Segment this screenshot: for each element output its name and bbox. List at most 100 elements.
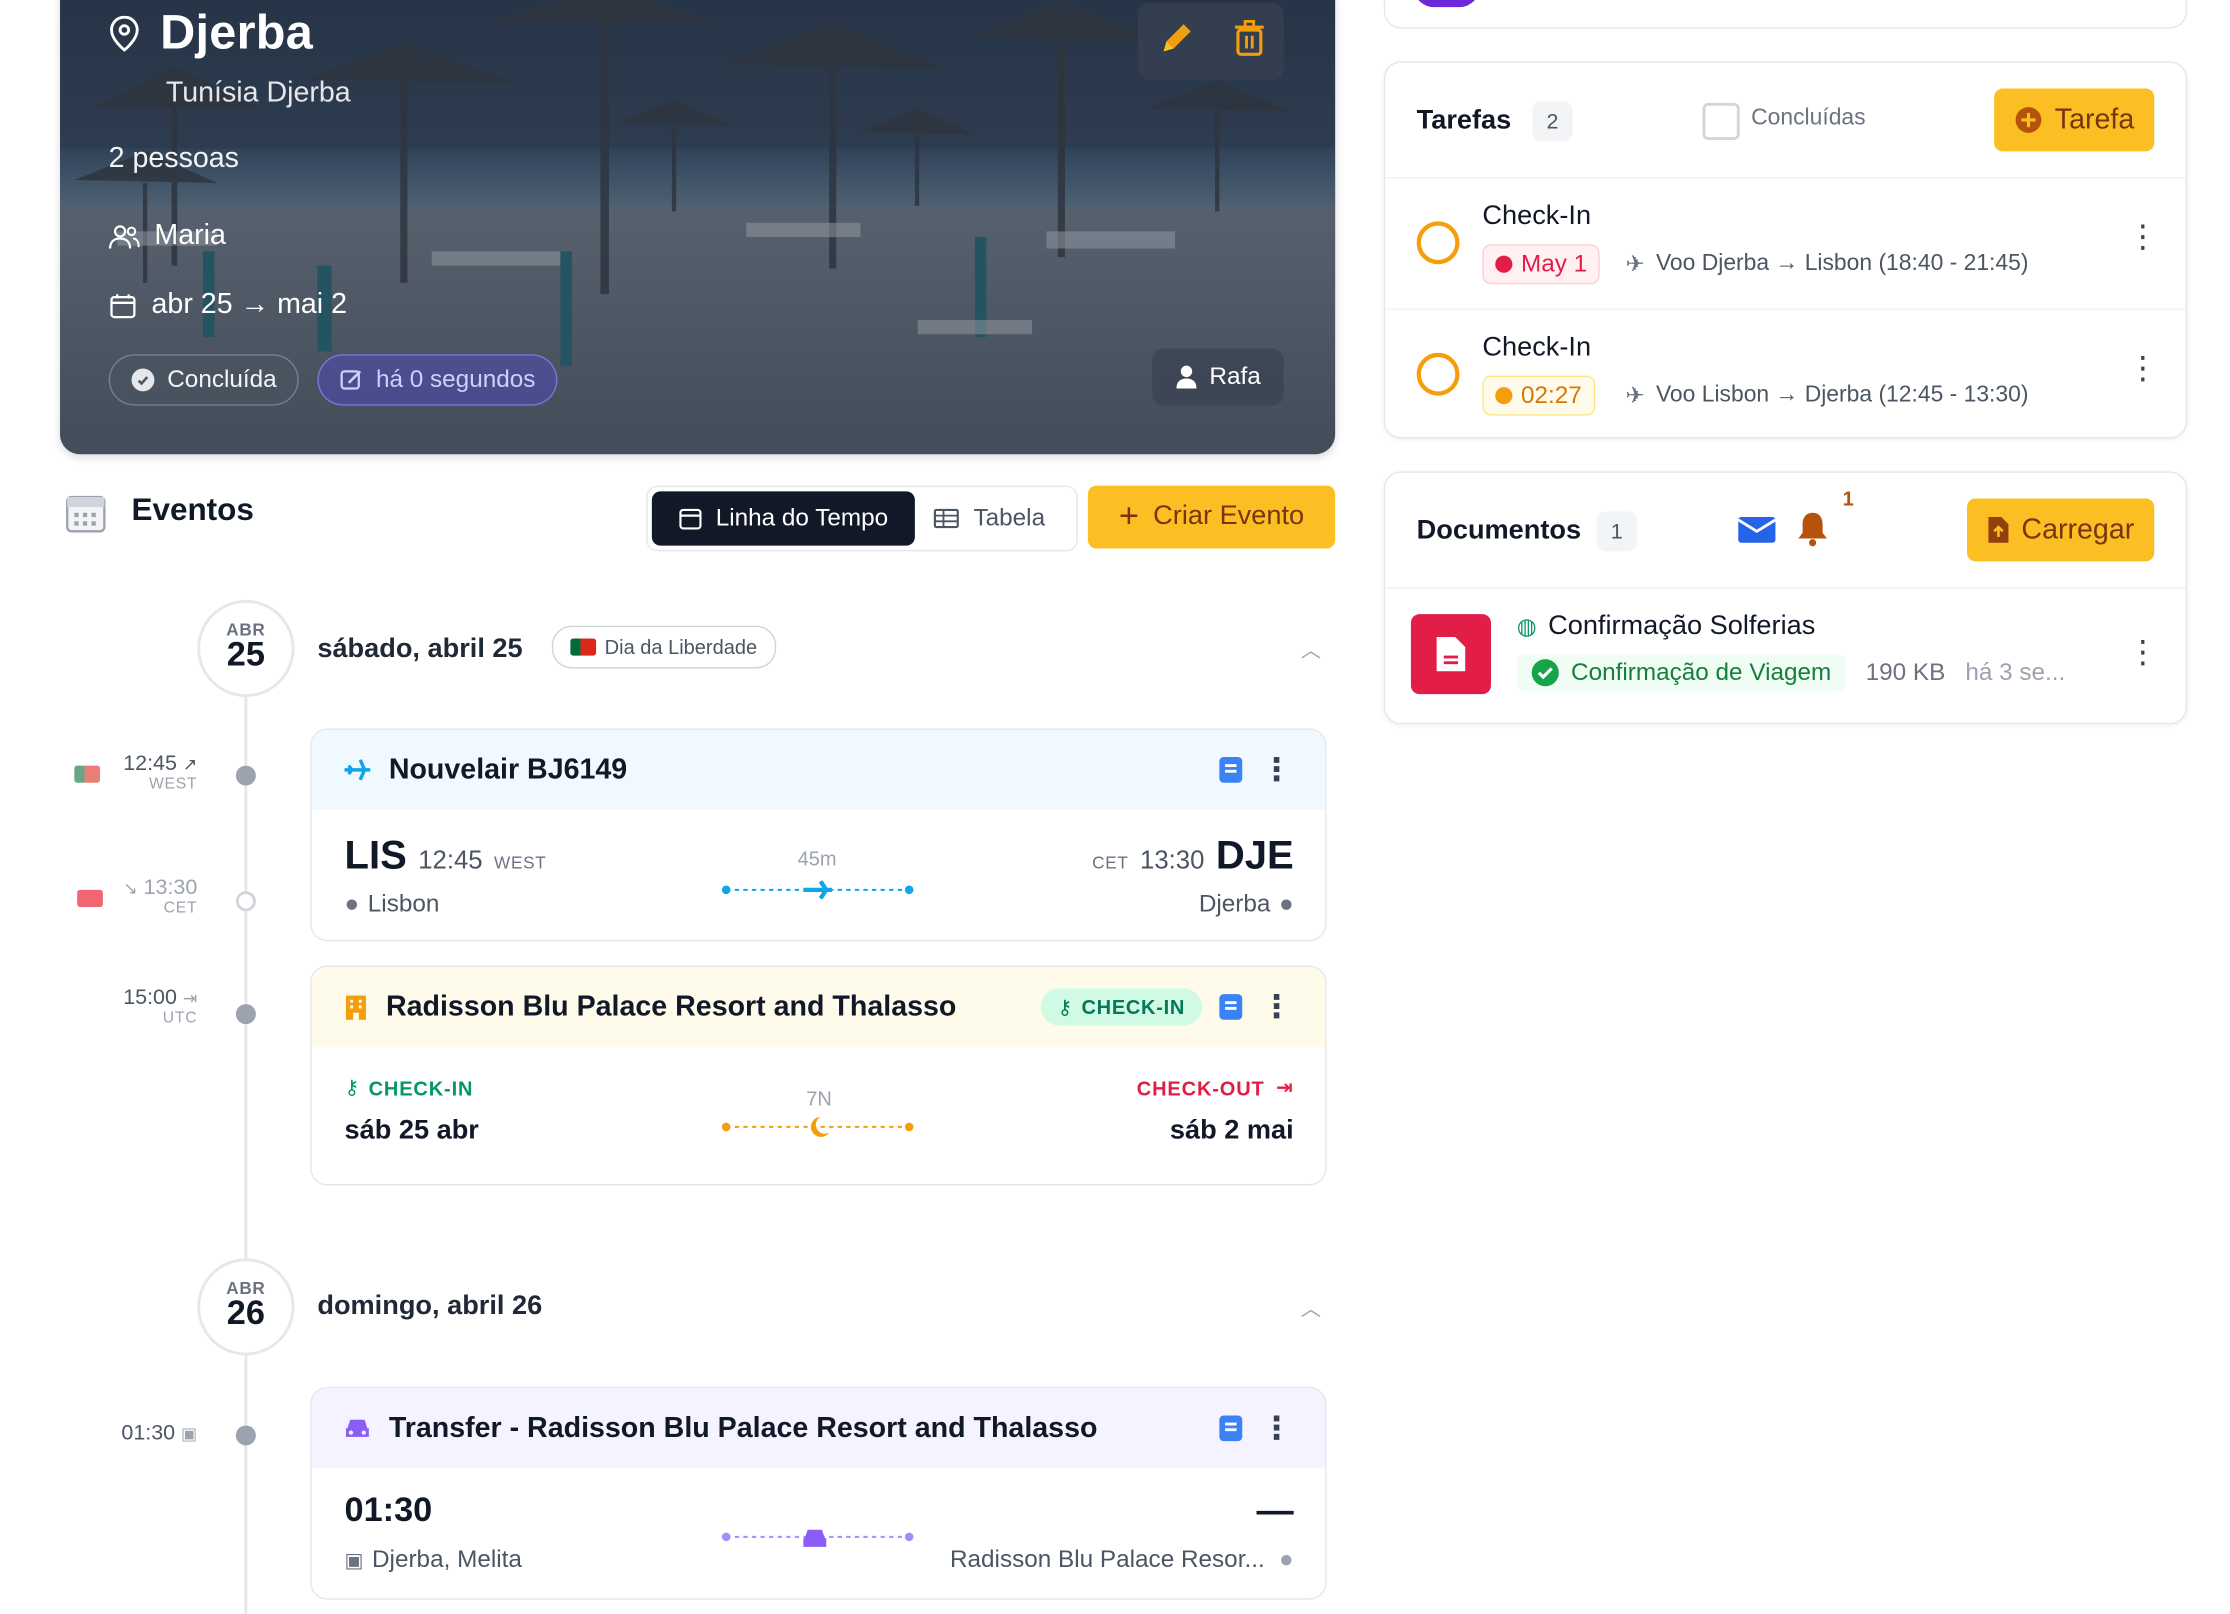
trash-icon [1234, 19, 1263, 56]
checkin-badge-label: CHECK-IN [1081, 995, 1186, 1019]
arrow-up-right-icon: ↗ [182, 754, 198, 775]
task-link[interactable]: ✈ Voo Djerba → Lisbon (18:40 - 21:45) [1625, 250, 2028, 279]
flight-path-line [721, 880, 914, 900]
key-icon: ⚷ [1057, 994, 1073, 1018]
portugal-flag-icon [570, 638, 597, 656]
document-item[interactable]: ◍ Confirmação Solferias Confirmação de V… [1385, 588, 2186, 722]
transfer-start-time: 01:30 [344, 1491, 433, 1530]
checkin-time: 15:00 [123, 985, 177, 1010]
add-task-button[interactable]: Tarefa [1994, 88, 2155, 152]
destination-time: 13:30 [1140, 845, 1205, 875]
collapse-day-button[interactable]: ︿ [1301, 636, 1321, 665]
bell-icon [1798, 512, 1827, 547]
checkin-date: sáb 25 abr [344, 1115, 479, 1146]
flight-card[interactable]: Nouvelair BJ6149 ⋮ LIS 12:45 WEST ● Lisb… [310, 728, 1327, 942]
transfer-card[interactable]: Transfer - Radisson Blu Palace Resort an… [310, 1386, 1327, 1600]
owner-button[interactable]: Rafa [1152, 348, 1284, 406]
upload-document-button[interactable]: Carregar [1967, 498, 2155, 562]
trip-member-row: Maria [108, 220, 226, 253]
calendar-icon [110, 293, 136, 318]
arrival-time: 13:30 [143, 875, 198, 900]
day-title: sábado, abril 25 [317, 634, 523, 665]
calendar-grid-icon [66, 495, 106, 533]
flight-duration: 45m [797, 846, 837, 870]
car-icon [345, 1419, 369, 1437]
timeline-dot-hollow [235, 891, 256, 912]
delete-button[interactable] [1233, 19, 1264, 63]
timeline-time-checkin: 15:00 ⇥ UTC [69, 985, 198, 1027]
portugal-flag-icon [74, 765, 101, 783]
task-menu-button[interactable]: ⋮ [2126, 352, 2160, 383]
edit-button[interactable] [1157, 19, 1194, 63]
view-toggle: Linha do Tempo Tabela [646, 485, 1078, 552]
task-due-chip: 02:27 [1482, 375, 1595, 416]
tab-timeline[interactable]: Linha do Tempo [651, 491, 915, 546]
notification-count: 1 [1842, 487, 1854, 510]
flight-card-header: Nouvelair BJ6149 ⋮ [311, 729, 1326, 810]
status-label: Concluída [167, 365, 277, 393]
task-link[interactable]: ✈ Voo Lisbon → Djerba (12:45 - 13:30) [1625, 381, 2028, 410]
hotel-card[interactable]: Radisson Blu Palace Resort and Thalasso … [310, 965, 1327, 1186]
notifications-button[interactable] [1797, 510, 1828, 554]
date-badge-apr-26: ABR 26 [197, 1258, 295, 1356]
timeline-time-departure: 12:45 ↗ WEST [69, 751, 198, 793]
task-menu-button[interactable]: ⋮ [2126, 221, 2160, 252]
tasks-panel: Tarefas 2 Concluídas Tarefa Check-In May… [1383, 61, 2188, 440]
calendar-small-icon [678, 508, 702, 530]
hotel-menu-button[interactable]: ⋮ [1259, 991, 1293, 1022]
collapse-day-button[interactable]: ︿ [1301, 1294, 1321, 1323]
transfer-destination: Radisson Blu Palace Resor... [949, 1545, 1265, 1573]
tab-table-label: Tabela [973, 504, 1046, 532]
document-icon[interactable] [1219, 1415, 1243, 1442]
users-icon [108, 224, 140, 248]
plane-icon: ✈ [1625, 384, 1645, 409]
task-complete-toggle[interactable] [1416, 221, 1460, 265]
destination-tz: CET [1092, 852, 1129, 873]
document-menu-button[interactable]: ⋮ [2126, 636, 2160, 667]
tab-timeline-label: Linha do Tempo [715, 504, 889, 532]
flight-menu-button[interactable]: ⋮ [1259, 753, 1293, 784]
origin-code: LIS [344, 832, 407, 877]
timeline-line [244, 697, 248, 1614]
tasks-count: 2 [1532, 101, 1573, 142]
stay-path-line [721, 1116, 914, 1137]
task-complete-toggle[interactable] [1416, 352, 1460, 396]
task-item[interactable]: Check-In May 1 ✈ Voo Djerba → Lisbon (18… [1385, 179, 2186, 310]
nights-count: 7N [806, 1086, 832, 1110]
email-button[interactable] [1737, 516, 1777, 552]
transfer-end-time: — [1256, 1488, 1294, 1532]
document-icon[interactable] [1219, 756, 1243, 783]
transfer-origin: Djerba, Melita [372, 1545, 522, 1573]
timeline-dot [235, 1425, 256, 1446]
destination-city: Djerba [1198, 889, 1271, 917]
edit-square-icon [340, 370, 362, 390]
trip-title-row: Djerba [109, 6, 313, 62]
documents-header: Documentos 1 1 Carregar [1385, 473, 2186, 589]
task-due-chip: May 1 [1482, 244, 1601, 285]
add-task-label: Tarefa [2054, 103, 2135, 135]
overdue-dot-icon [1495, 255, 1513, 273]
hotel-card-header: Radisson Blu Palace Resort and Thalasso … [311, 966, 1326, 1047]
status-badge[interactable]: Concluída [108, 354, 299, 406]
last-edited-label: há 0 segundos [375, 365, 536, 393]
envelope-icon [1737, 517, 1777, 543]
last-edited-badge[interactable]: há 0 segundos [317, 354, 557, 406]
owner-name: Rafa [1209, 362, 1261, 390]
create-event-label: Criar Evento [1153, 501, 1305, 532]
events-header: Eventos Linha do Tempo Tabela + Criar Ev… [63, 485, 1336, 555]
enter-icon: ⇥ [182, 988, 198, 1009]
task-name: Check-In [1482, 201, 1592, 232]
clock-icon [1495, 387, 1513, 405]
tab-table[interactable]: Tabela [933, 491, 1070, 545]
timeline-time-transfer: 01:30 ▣ [69, 1421, 197, 1445]
trip-hero: Djerba Tunísia Djerba 2 pessoas Maria ab… [60, 0, 1336, 455]
show-completed-checkbox[interactable] [1702, 102, 1740, 140]
check-circle-icon [131, 368, 155, 392]
events-title: Eventos [131, 491, 254, 528]
transfer-menu-button[interactable]: ⋮ [1259, 1412, 1293, 1443]
task-item[interactable]: Check-In 02:27 ✈ Voo Lisbon → Djerba (12… [1385, 310, 2186, 440]
task-name: Check-In [1482, 332, 1592, 363]
create-event-button[interactable]: + Criar Evento [1087, 485, 1336, 549]
document-icon[interactable] [1219, 994, 1243, 1020]
holiday-badge: Dia da Liberdade [551, 625, 776, 669]
